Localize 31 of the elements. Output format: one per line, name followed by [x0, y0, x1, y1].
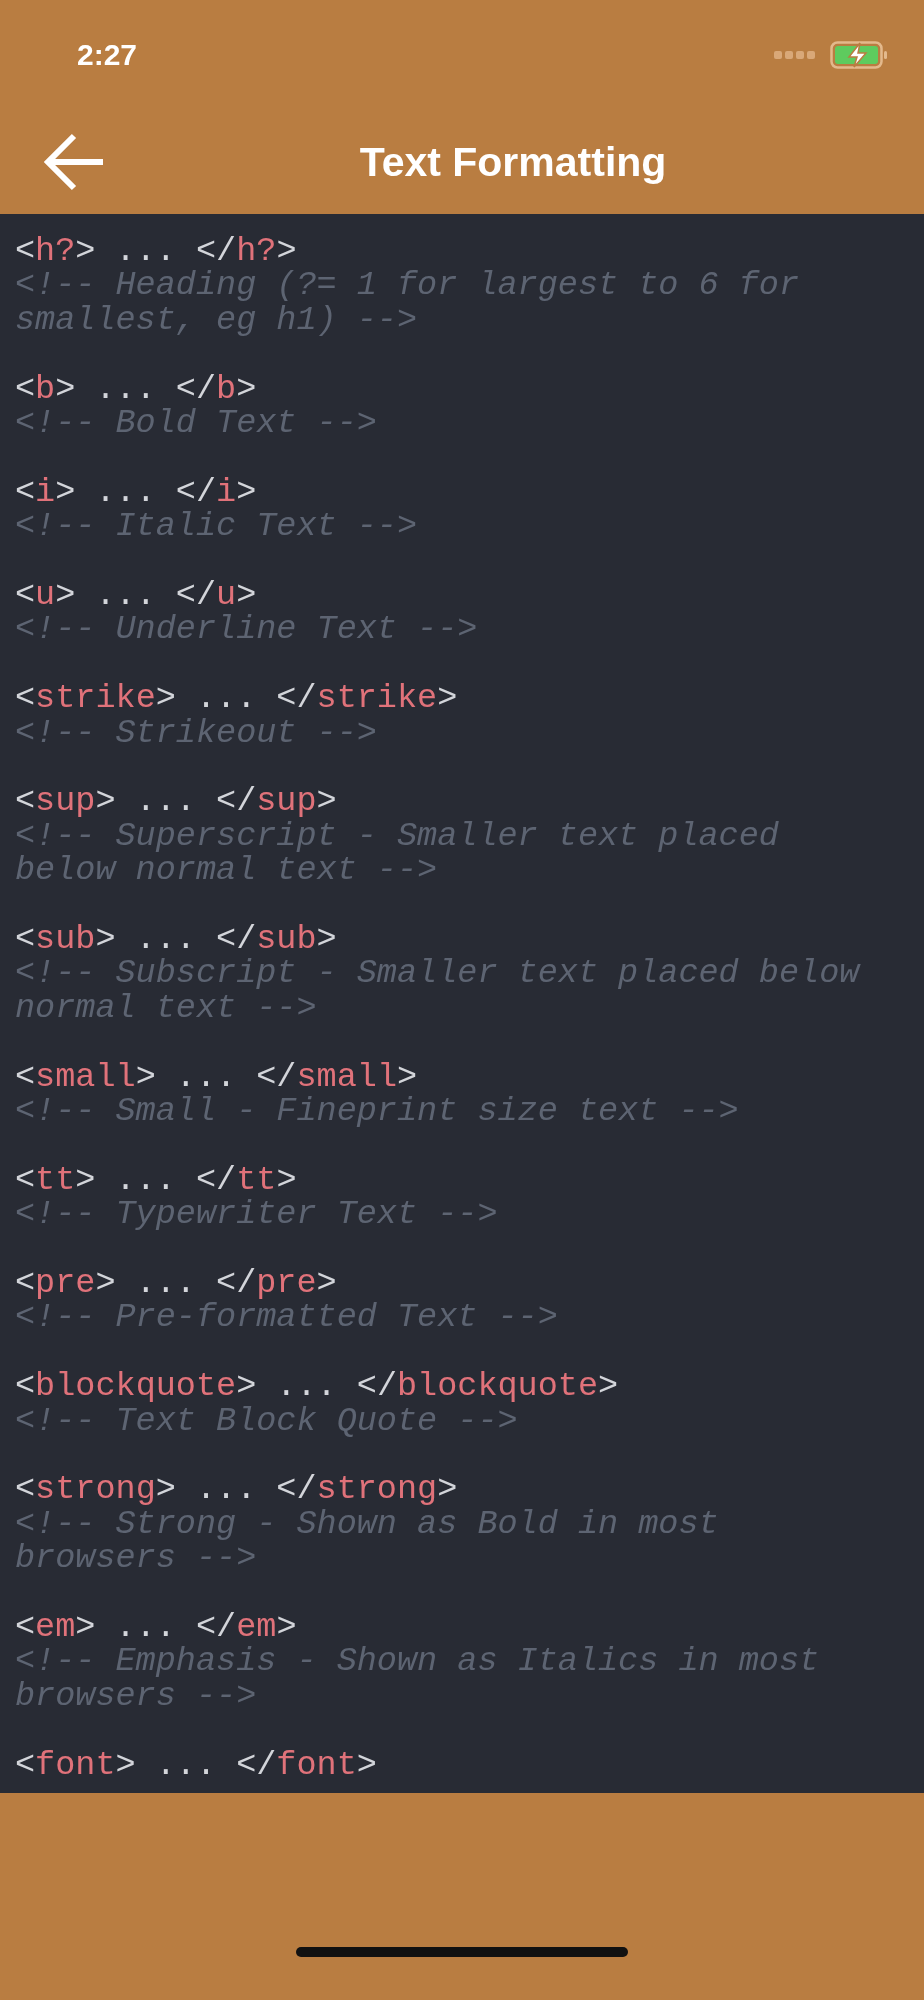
code-line: <u> ... </u>	[15, 578, 257, 613]
code-line: <tt> ... </tt>	[15, 1162, 297, 1198]
status-time: 2:27	[77, 38, 138, 72]
code-comment: <!-- Bold Text -->	[15, 406, 378, 441]
code-line: <h?> ... </h?>	[15, 234, 297, 269]
code-line: <small> ... </small>	[15, 1059, 418, 1095]
code-comment: <!-- Underline Text -->	[15, 612, 479, 647]
code-comment: <!-- Small - Fineprint size text -->	[15, 1094, 740, 1129]
page-title: Text Formatting	[358, 138, 668, 186]
signal-icon	[774, 50, 816, 60]
code-comment: <!-- Italic Text -->	[15, 509, 419, 544]
battery-charging-icon	[830, 41, 888, 69]
code-line: <pre> ... </pre>	[15, 1266, 337, 1301]
code-line: <sup> ... </sup>	[15, 784, 337, 819]
code-line: <blockquote> ... </blockquote>	[15, 1369, 619, 1404]
code-line: <strike> ... </strike>	[15, 681, 458, 716]
code-comment: <!-- Heading (?= 1 for largest to 6 for smallest, eg h1) -->	[15, 268, 801, 338]
code-comment: <!-- Emphasis - Shown as Italics in most browsers -->	[15, 1644, 821, 1714]
code-comment: <!-- Text Block Quote -->	[15, 1403, 518, 1439]
code-comment: <!-- Strikeout -->	[15, 715, 378, 751]
code-line: <b> ... </b>	[15, 371, 257, 406]
code-line: <sub> ... </sub>	[15, 922, 337, 957]
code-comment: <!-- Typewriter Text -->	[15, 1197, 499, 1232]
code-line: <font> ... </font>	[15, 1747, 377, 1783]
code-line: <em> ... </em>	[15, 1610, 297, 1645]
code-comment: <!-- Pre-formatted Text -->	[15, 1300, 559, 1335]
code-line: <strong> ... </strong>	[15, 1472, 458, 1507]
code-comment: <!-- Subscript - Smaller text placed below normal text -->	[15, 956, 862, 1026]
code-comment: <!-- Superscript - Smaller text placed below normal text -->	[15, 818, 780, 888]
code-comment: <!-- Strong - Shown as Bold in most browsers -->	[15, 1506, 720, 1576]
code-line: <i> ... </i>	[15, 474, 257, 510]
